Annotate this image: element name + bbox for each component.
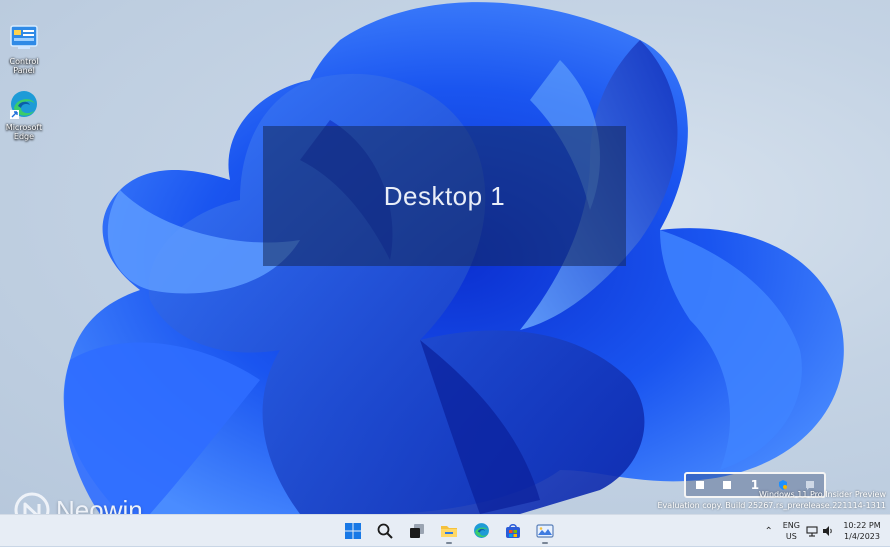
desktop-switch-overlay: Desktop 1 [263, 126, 626, 266]
running-indicator [542, 542, 548, 544]
volume-icon [823, 526, 832, 536]
photos-icon [536, 523, 554, 538]
search-button[interactable] [370, 515, 400, 546]
watermark-line1: Windows 11 Pro Insider Preview [758, 490, 886, 499]
search-icon [377, 523, 393, 539]
file-explorer-button[interactable] [434, 515, 464, 546]
square-icon [723, 481, 732, 489]
start-button[interactable] [338, 515, 368, 546]
control-panel-icon [8, 22, 40, 54]
neowin-brand: Neowin [14, 492, 143, 514]
quick-settings-button[interactable] [806, 525, 834, 537]
edge-button[interactable] [466, 515, 496, 546]
chevron-up-icon: ⌃ [764, 525, 773, 537]
store-icon [506, 523, 520, 538]
task-view-icon [410, 523, 424, 538]
desktop-icon-edge[interactable]: Microsoft Edge [0, 88, 48, 141]
show-hidden-icons-button[interactable]: ⌃ [761, 526, 777, 537]
watermark-line2: Evaluation copy. Build 25267.rs_prerelea… [657, 501, 887, 510]
edge-icon [473, 523, 489, 538]
evaluation-watermark: Windows 11 Pro Insider Preview Evaluatio… [658, 490, 887, 510]
square-icon [695, 481, 704, 489]
task-view-button[interactable] [402, 515, 432, 546]
photos-button[interactable] [530, 515, 560, 546]
clock[interactable]: 10:22 PM 1/4/2023 [840, 520, 884, 542]
clock-date: 1/4/2023 [844, 532, 880, 541]
desktop[interactable]: Control Panel Microsoft Edge Desktop 1 1 [0, 0, 890, 514]
desktop-name-label: Desktop 1 [383, 180, 506, 211]
network-icon [806, 526, 818, 537]
clock-time: 10:22 PM [843, 521, 881, 530]
desktop-icon-control-panel[interactable]: Control Panel [0, 22, 48, 75]
windows-start-icon [345, 522, 361, 539]
neowin-wordmark: Neowin [56, 494, 143, 515]
desktop-icon-label-line2: Panel [13, 66, 35, 75]
folder-icon [441, 525, 457, 537]
language-code: ENG [782, 521, 800, 530]
region-code: US [785, 532, 797, 541]
desktop-icon-label-line1: Microsoft [5, 123, 43, 132]
edge-icon [8, 88, 40, 120]
store-button[interactable] [498, 515, 528, 546]
taskbar: ⌃ ENG US 10:22 PM 1/4/2023 [0, 514, 890, 546]
desktop-icon-label-line2: Edge [13, 132, 35, 141]
taskbar-apps [338, 515, 560, 547]
system-tray: ⌃ ENG US 10:22 PM 1/4/2023 [761, 515, 890, 547]
desktop-icon-label-line1: Control [9, 57, 39, 66]
running-indicator [446, 542, 452, 544]
language-indicator[interactable]: ENG US [783, 520, 800, 542]
neowin-logo-icon [14, 492, 50, 514]
